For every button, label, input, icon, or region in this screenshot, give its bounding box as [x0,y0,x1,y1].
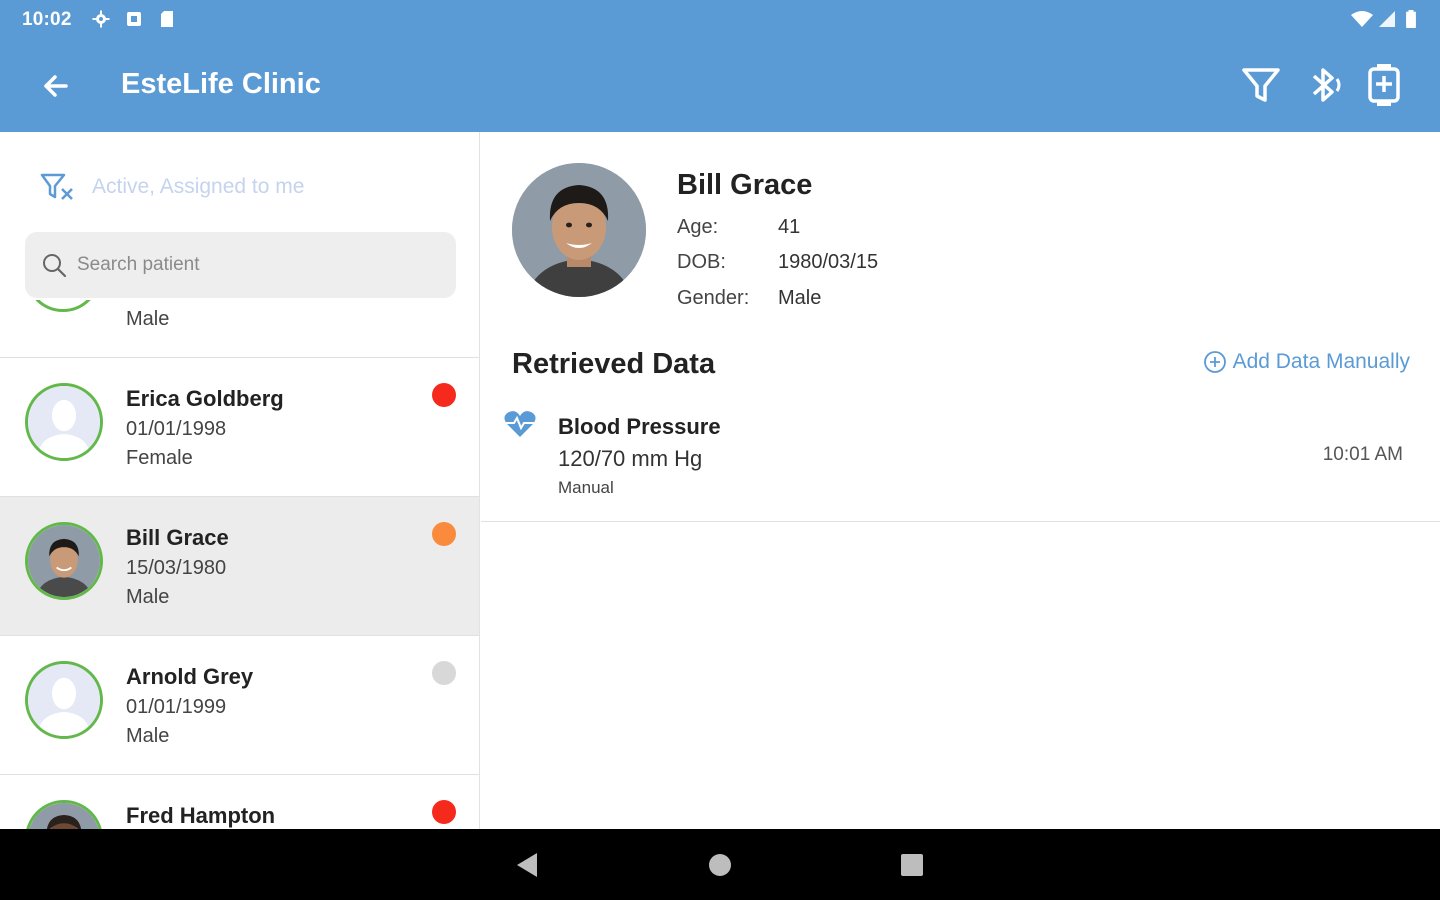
search-input[interactable] [77,254,437,276]
age-label: Age: [677,216,719,238]
battery-icon [1406,10,1416,28]
patient-photo [28,803,100,829]
dob-label: DOB: [677,251,726,273]
status-dot [432,800,456,824]
patient-name: Arnold Grey [126,664,254,689]
add-data-label: Add Data Manually [1232,350,1410,373]
gender-value: Male [778,287,822,309]
measurement-name: Blood Pressure [558,414,721,439]
filter-text: Active, Assigned to me [92,175,305,198]
patient-photo-image [512,163,646,297]
dob-value: 1980/03/15 [778,251,879,273]
add-circle-icon [1203,351,1226,373]
patient-photo [512,163,646,297]
back-arrow-icon[interactable] [36,66,76,106]
status-bar: 10:02 [0,0,1440,38]
screenshot-icon [127,12,141,26]
avatar [25,661,103,739]
patient-list: Male Erica Goldberg 01/01/1998 Female Bi… [0,300,479,829]
clear-filter-icon[interactable] [40,172,76,202]
avatar [25,300,101,312]
patient-dob: 01/01/1999 [126,696,227,718]
gender-label: Gender: [677,287,750,309]
bluetooth-icon[interactable] [1302,62,1348,108]
age-value: 41 [778,216,801,238]
user-placeholder-icon [28,664,100,736]
patient-photo [28,525,100,597]
app-title: EsteLife Clinic [121,68,321,100]
system-navigation-bar [0,829,1440,900]
status-time: 10:02 [22,9,72,30]
patient-dob: 15/03/1980 [126,557,227,579]
list-item[interactable]: Fred Hampton [0,775,479,829]
sd-card-icon [161,11,173,27]
avatar [25,522,103,600]
measurement-value: 120/70 mm Hg [558,446,703,471]
avatar [25,800,103,829]
list-item[interactable]: Male [0,300,479,358]
filter-icon[interactable] [1238,62,1284,108]
status-dot [432,661,456,685]
patient-gender: Female [126,447,193,469]
nav-home-icon[interactable] [704,849,736,881]
signal-icon [1379,11,1395,27]
patient-detail-panel: Bill Grace Age: 41 DOB: 1980/03/15 Gende… [481,132,1440,829]
wifi-icon [1351,11,1373,27]
patient-gender: Male [126,586,170,608]
nav-recents-icon[interactable] [896,849,928,881]
search-box[interactable] [25,232,456,298]
status-dot [432,383,456,407]
top-bar: 10:02 EsteLife Clinic [0,0,1440,132]
user-placeholder-icon [28,386,100,458]
heart-pulse-icon [504,411,536,437]
settings-icon [92,10,110,28]
list-item[interactable]: Bill Grace 15/03/1980 Male [0,497,479,636]
retrieved-data-heading: Retrieved Data [512,348,716,380]
measurement-time: 10:01 AM [1322,444,1403,465]
patient-gender: Male [126,725,170,747]
status-dot [432,522,456,546]
patient-name: Bill Grace [126,525,229,550]
patient-list-panel: Active, Assigned to me Male [0,132,480,829]
avatar [25,383,103,461]
measurement-item[interactable]: Blood Pressure 120/70 mm Hg Manual 10:01… [481,402,1440,522]
smartwatch-icon[interactable] [1361,62,1407,108]
patient-name: Fred Hampton [126,803,276,828]
patient-dob: 01/01/1998 [126,418,227,440]
patient-gender: Male [126,308,170,330]
nav-back-icon[interactable] [511,849,543,881]
app-bar: EsteLife Clinic [0,50,1440,122]
list-item[interactable]: Arnold Grey 01/01/1999 Male [0,636,479,775]
add-data-manually-button[interactable]: Add Data Manually [1203,350,1410,374]
active-filter-chip[interactable]: Active, Assigned to me [40,172,304,202]
patient-name-heading: Bill Grace [677,169,813,201]
app-root: 10:02 EsteLife Clinic Active, Assigned t… [0,0,1440,900]
search-icon [43,254,67,278]
list-item[interactable]: Erica Goldberg 01/01/1998 Female [0,358,479,497]
measurement-source: Manual [558,478,614,497]
patient-name: Erica Goldberg [126,386,284,411]
